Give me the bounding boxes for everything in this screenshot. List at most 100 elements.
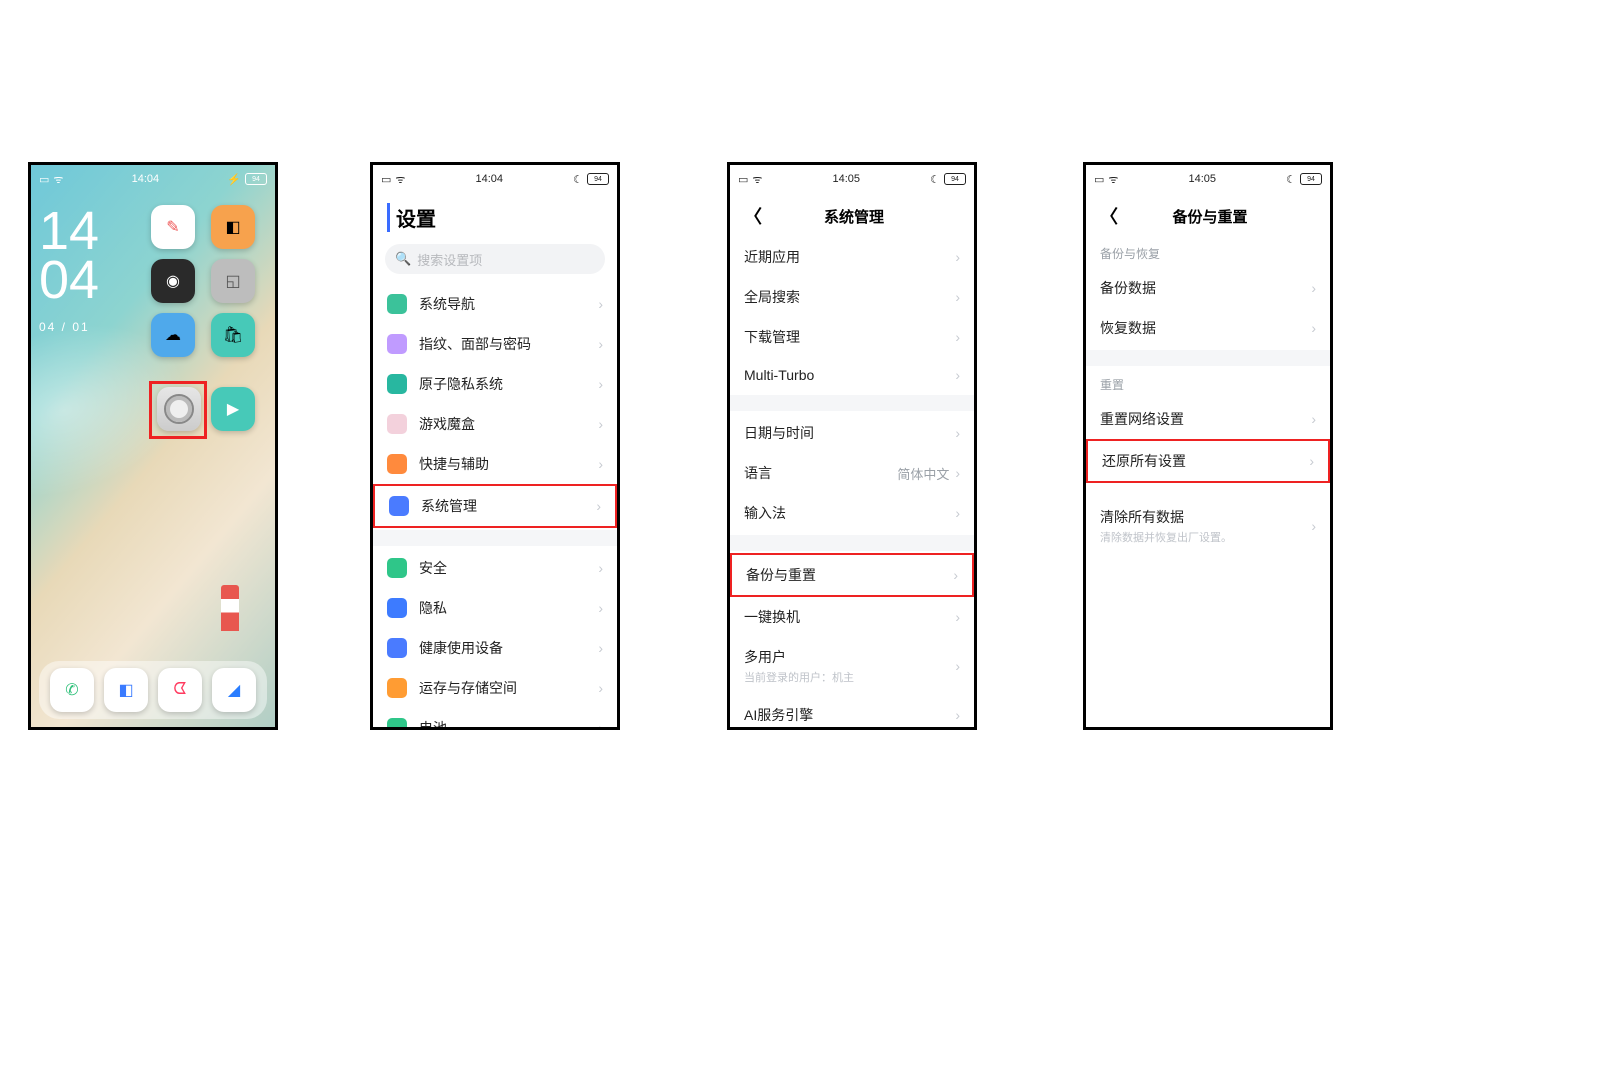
clock-minutes: 04 bbox=[39, 256, 99, 305]
chevron-right-icon: › bbox=[955, 505, 960, 521]
row-label: 恢复数据 bbox=[1100, 318, 1311, 338]
dock-browser[interactable]: ◢ bbox=[212, 668, 256, 712]
status-signal-icon: ▭ bbox=[381, 173, 391, 186]
chevron-right-icon: › bbox=[598, 600, 603, 616]
section-divider bbox=[1086, 350, 1330, 366]
settings-row[interactable]: 原子隐私系统› bbox=[373, 364, 617, 404]
settings-row[interactable]: Multi-Turbo› bbox=[730, 357, 974, 393]
chevron-right-icon: › bbox=[1311, 411, 1316, 427]
settings-row[interactable]: 运存与存储空间› bbox=[373, 668, 617, 708]
backup-group: 备份数据›恢复数据› bbox=[1086, 266, 1330, 350]
status-bar: ▭ᯤ 14:05 ☾94 bbox=[730, 165, 974, 193]
row-icon bbox=[387, 558, 407, 578]
row-label: 安全 bbox=[419, 558, 598, 578]
dnd-icon: ☾ bbox=[1286, 173, 1296, 186]
settings-row[interactable]: 语言简体中文› bbox=[730, 453, 974, 493]
section-divider bbox=[373, 530, 617, 546]
dock-messages[interactable]: ◧ bbox=[104, 668, 148, 712]
chevron-right-icon: › bbox=[598, 416, 603, 432]
chevron-right-icon: › bbox=[955, 289, 960, 305]
wifi-icon: ᯤ bbox=[752, 172, 762, 187]
chevron-right-icon: › bbox=[1311, 320, 1316, 336]
settings-row[interactable]: 全局搜索› bbox=[730, 277, 974, 317]
row-label: 健康使用设备 bbox=[419, 638, 598, 658]
settings-row[interactable]: 健康使用设备› bbox=[373, 628, 617, 668]
chevron-right-icon: › bbox=[598, 296, 603, 312]
dock-music[interactable]: ᗧ bbox=[158, 668, 202, 712]
row-label: 还原所有设置 bbox=[1102, 451, 1309, 471]
settings-row[interactable]: 游戏魔盒› bbox=[373, 404, 617, 444]
app-files[interactable]: ◱ bbox=[211, 259, 255, 303]
settings-row[interactable]: 隐私› bbox=[373, 588, 617, 628]
settings-row[interactable]: 指纹、面部与密码› bbox=[373, 324, 617, 364]
settings-row[interactable]: 电池› bbox=[373, 708, 617, 730]
row-sublabel: 清除数据并恢复出厂设置。 bbox=[1100, 529, 1311, 545]
status-time: 14:04 bbox=[132, 173, 160, 185]
page-title: 系统管理 bbox=[770, 206, 938, 227]
search-input[interactable]: 🔍 搜索设置项 bbox=[385, 244, 605, 274]
home-clock-widget[interactable]: 14 04 04 / 01 bbox=[39, 207, 99, 334]
settings-row[interactable]: 输入法› bbox=[730, 493, 974, 533]
status-signal-icon: ▭ bbox=[39, 173, 49, 186]
chevron-right-icon: › bbox=[955, 707, 960, 723]
wifi-icon: ᯤ bbox=[53, 172, 63, 187]
row-label: Multi-Turbo bbox=[744, 367, 955, 383]
chevron-right-icon: › bbox=[955, 367, 960, 383]
settings-row[interactable]: 备份与重置› bbox=[730, 553, 974, 597]
chevron-right-icon: › bbox=[598, 640, 603, 656]
row-label: 快捷与辅助 bbox=[419, 454, 598, 474]
row-label: AI服务引擎 bbox=[744, 705, 955, 725]
app-settings[interactable] bbox=[151, 381, 207, 437]
clock-date: 04 / 01 bbox=[39, 320, 99, 334]
settings-row[interactable]: 近期应用› bbox=[730, 237, 974, 277]
row-label: 原子隐私系统 bbox=[419, 374, 598, 394]
reset-group: 重置网络设置›还原所有设置› bbox=[1086, 397, 1330, 485]
settings-row[interactable]: 备份数据› bbox=[1086, 268, 1330, 308]
settings-row[interactable]: 下载管理› bbox=[730, 317, 974, 357]
row-icon bbox=[387, 414, 407, 434]
settings-row[interactable]: 多用户当前登录的用户：机主› bbox=[730, 637, 974, 695]
settings-row[interactable]: AI服务引擎› bbox=[730, 695, 974, 730]
status-signal-icon: ▭ bbox=[1094, 173, 1104, 186]
chevron-right-icon: › bbox=[1311, 518, 1316, 534]
settings-row[interactable]: 系统导航› bbox=[373, 284, 617, 324]
row-icon bbox=[387, 294, 407, 314]
row-sublabel: 当前登录的用户：机主 bbox=[744, 669, 955, 685]
settings-row[interactable]: 恢复数据› bbox=[1086, 308, 1330, 348]
search-icon: 🔍 bbox=[395, 251, 411, 267]
app-clock[interactable]: ✎ bbox=[151, 205, 195, 249]
settings-row[interactable]: 还原所有设置› bbox=[1086, 439, 1330, 483]
settings-row[interactable]: 一键换机› bbox=[730, 597, 974, 637]
settings-row[interactable]: 清除所有数据清除数据并恢复出厂设置。› bbox=[1086, 497, 1330, 555]
app-weather[interactable]: ☁ bbox=[151, 313, 195, 357]
page-title: 设置 bbox=[387, 203, 436, 232]
phone-backup-reset: ▭ᯤ 14:05 ☾94 〈 备份与重置 备份与恢复 备份数据›恢复数据› 重置… bbox=[1083, 162, 1333, 730]
battery-icon: ⚡ bbox=[227, 173, 241, 186]
row-icon bbox=[387, 638, 407, 658]
row-label: 输入法 bbox=[744, 503, 955, 523]
settings-row[interactable]: 安全› bbox=[373, 548, 617, 588]
row-label: 电池 bbox=[419, 718, 598, 730]
settings-row[interactable]: 快捷与辅助› bbox=[373, 444, 617, 484]
row-value: 简体中文 bbox=[897, 464, 949, 483]
dock-phone[interactable]: ✆ bbox=[50, 668, 94, 712]
settings-row[interactable]: 重置网络设置› bbox=[1086, 399, 1330, 439]
app-camera[interactable]: ◉ bbox=[151, 259, 195, 303]
chevron-right-icon: › bbox=[955, 425, 960, 441]
section-divider bbox=[730, 535, 974, 551]
settings-row[interactable]: 系统管理› bbox=[373, 484, 617, 528]
row-label: 指纹、面部与密码 bbox=[419, 334, 598, 354]
row-label: 一键换机 bbox=[744, 607, 955, 627]
phone-home-screen: ▭ ᯤ 14:04 ⚡ 94 14 04 04 / 01 ✎ ◧ ◉ ◱ ☁ 🛍… bbox=[28, 162, 278, 730]
back-button[interactable]: 〈 bbox=[1100, 203, 1118, 229]
back-button[interactable]: 〈 bbox=[744, 203, 762, 229]
app-store[interactable]: 🛍 bbox=[211, 313, 255, 357]
row-label: 游戏魔盒 bbox=[419, 414, 598, 434]
chevron-right-icon: › bbox=[598, 456, 603, 472]
chevron-right-icon: › bbox=[955, 249, 960, 265]
row-label: 系统管理 bbox=[421, 496, 596, 516]
settings-row[interactable]: 日期与时间› bbox=[730, 413, 974, 453]
app-transformer[interactable]: ◧ bbox=[211, 205, 255, 249]
app-imanager[interactable]: ▶ bbox=[211, 387, 255, 431]
row-label: 隐私 bbox=[419, 598, 598, 618]
